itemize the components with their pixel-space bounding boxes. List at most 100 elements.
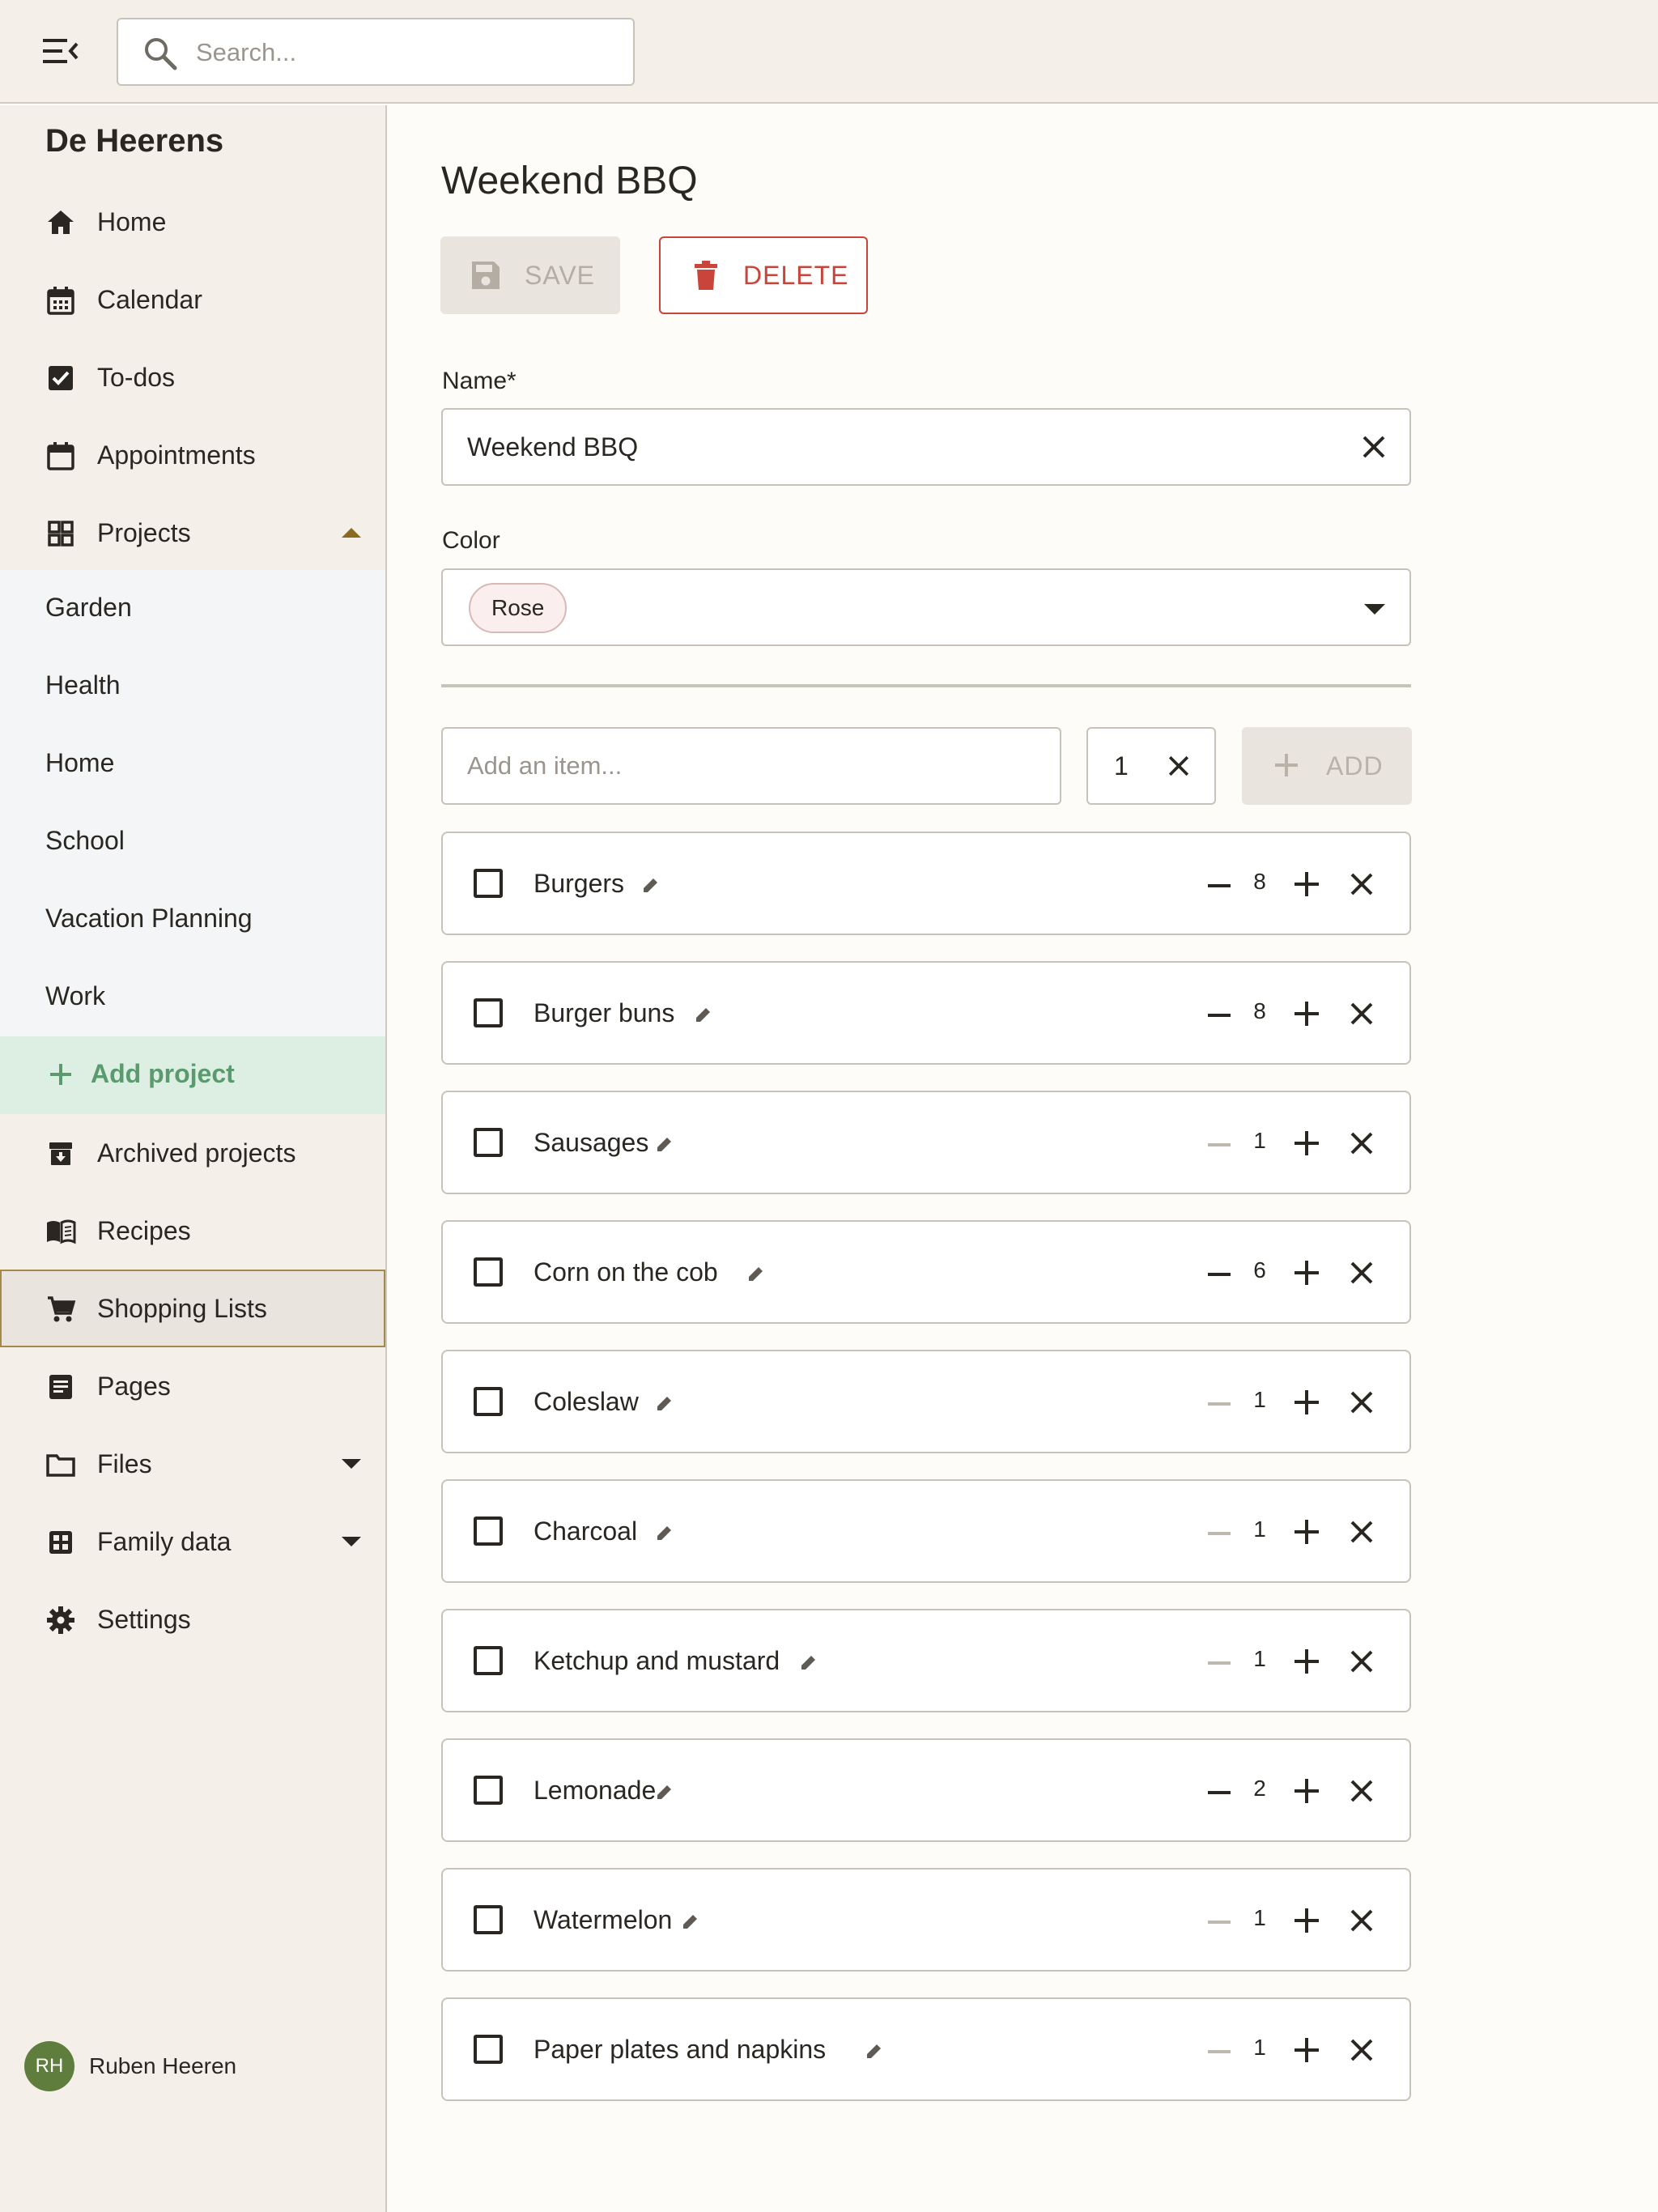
menu-collapse-icon[interactable]	[36, 31, 86, 71]
sidebar-project-work[interactable]: Work	[0, 959, 385, 1036]
sidebar-item-calendar[interactable]: Calendar	[0, 261, 385, 338]
name-field[interactable]	[441, 408, 1411, 486]
sidebar-item-family-data[interactable]: Family data	[0, 1503, 385, 1580]
list-item: Ketchup and mustard 1	[441, 1609, 1411, 1712]
sidebar-item-recipes[interactable]: Recipes	[0, 1192, 385, 1270]
close-icon[interactable]	[1346, 1776, 1377, 1806]
pencil-icon[interactable]	[799, 1653, 818, 1672]
sidebar-item-todos[interactable]: To-dos	[0, 338, 385, 416]
item-checkbox[interactable]	[474, 1257, 503, 1287]
folder-icon	[46, 1454, 75, 1477]
list-item: Corn on the cob 6	[441, 1220, 1411, 1324]
plus-icon[interactable]	[1291, 2035, 1322, 2065]
item-checkbox[interactable]	[474, 998, 503, 1027]
add-item-input[interactable]	[467, 742, 1034, 790]
clear-icon[interactable]	[1164, 751, 1193, 781]
minus-icon[interactable]	[1205, 1520, 1233, 1547]
plus-icon[interactable]	[1291, 869, 1322, 900]
search-input[interactable]	[196, 29, 617, 76]
minus-icon[interactable]	[1205, 872, 1233, 900]
pencil-icon[interactable]	[655, 1134, 674, 1154]
close-icon[interactable]	[1346, 1905, 1377, 1936]
sidebar-item-appointments[interactable]: Appointments	[0, 416, 385, 494]
sidebar-item-projects[interactable]: Projects	[0, 494, 385, 572]
item-name: Corn on the cob	[534, 1257, 718, 1287]
search-field[interactable]	[117, 18, 635, 86]
chevron-up-icon[interactable]	[340, 525, 363, 541]
item-checkbox[interactable]	[474, 1387, 503, 1416]
clear-icon[interactable]	[1358, 431, 1390, 463]
item-checkbox[interactable]	[474, 1516, 503, 1546]
minus-icon[interactable]	[1205, 1261, 1233, 1288]
item-checkbox[interactable]	[474, 1128, 503, 1157]
plus-icon[interactable]	[1291, 998, 1322, 1029]
item-checkbox[interactable]	[474, 1776, 503, 1805]
close-icon[interactable]	[1346, 1257, 1377, 1288]
plus-icon[interactable]	[1291, 1257, 1322, 1288]
pencil-icon[interactable]	[681, 1912, 700, 1931]
divider	[441, 684, 1411, 687]
sidebar-item-pages[interactable]: Pages	[0, 1347, 385, 1425]
minus-icon[interactable]	[1205, 1649, 1233, 1677]
item-checkbox[interactable]	[474, 1905, 503, 1934]
chevron-down-icon[interactable]	[340, 1456, 363, 1472]
sidebar-project-vacation-planning[interactable]: Vacation Planning	[0, 881, 385, 959]
minus-icon[interactable]	[1205, 2038, 1233, 2065]
user-name: Ruben Heeren	[89, 2053, 237, 2078]
add-quantity-field[interactable]: 1	[1086, 727, 1216, 805]
plus-icon[interactable]	[1291, 1128, 1322, 1159]
delete-button[interactable]: DELETE	[659, 236, 868, 314]
sidebar-project-school[interactable]: School	[0, 803, 385, 881]
sidebar-project-garden[interactable]: Garden	[0, 570, 385, 648]
pencil-icon[interactable]	[865, 2041, 884, 2061]
close-icon[interactable]	[1346, 998, 1377, 1029]
chevron-down-icon[interactable]	[340, 1534, 363, 1550]
item-checkbox[interactable]	[474, 1646, 503, 1675]
cart-icon	[48, 1296, 76, 1322]
add-item-field[interactable]	[441, 727, 1061, 805]
pencil-icon[interactable]	[655, 1393, 674, 1413]
add-project-button[interactable]: Add project	[0, 1036, 385, 1114]
plus-icon[interactable]	[1291, 1387, 1322, 1418]
list-item: Watermelon 1	[441, 1868, 1411, 1972]
close-icon[interactable]	[1346, 1646, 1377, 1677]
save-icon	[472, 262, 500, 289]
close-icon[interactable]	[1346, 1128, 1377, 1159]
plus-icon[interactable]	[1291, 1646, 1322, 1677]
pencil-icon[interactable]	[655, 1523, 674, 1542]
close-icon[interactable]	[1346, 1387, 1377, 1418]
list-item: Lemonade 2	[441, 1738, 1411, 1842]
item-name: Burgers	[534, 869, 625, 898]
plus-icon[interactable]	[1291, 1516, 1322, 1547]
sidebar-item-archived-projects[interactable]: Archived projects	[0, 1114, 385, 1192]
item-checkbox[interactable]	[474, 2035, 503, 2064]
chevron-down-icon	[1364, 604, 1385, 615]
close-icon[interactable]	[1346, 1516, 1377, 1547]
pencil-icon[interactable]	[641, 875, 661, 895]
add-item-button[interactable]: ADD	[1242, 727, 1412, 805]
minus-icon[interactable]	[1205, 1002, 1233, 1029]
sidebar-project-health[interactable]: Health	[0, 648, 385, 725]
sidebar-item-home[interactable]: Home	[0, 183, 385, 261]
item-name: Ketchup and mustard	[534, 1646, 780, 1675]
minus-icon[interactable]	[1205, 1779, 1233, 1806]
plus-icon[interactable]	[1291, 1905, 1322, 1936]
plus-icon[interactable]	[1291, 1776, 1322, 1806]
sidebar-item-files[interactable]: Files	[0, 1425, 385, 1503]
pencil-icon[interactable]	[655, 1782, 674, 1802]
sidebar-project-home[interactable]: Home	[0, 725, 385, 803]
minus-icon[interactable]	[1205, 1390, 1233, 1418]
sidebar-item-settings[interactable]: Settings	[0, 1580, 385, 1658]
minus-icon[interactable]	[1205, 1908, 1233, 1936]
user-profile[interactable]: RH Ruben Heeren	[24, 2040, 236, 2092]
color-select[interactable]: Rose	[441, 568, 1411, 646]
name-input[interactable]	[467, 423, 1309, 471]
minus-icon[interactable]	[1205, 1131, 1233, 1159]
pencil-icon[interactable]	[694, 1005, 713, 1024]
item-checkbox[interactable]	[474, 869, 503, 898]
save-button[interactable]: SAVE	[440, 236, 620, 314]
close-icon[interactable]	[1346, 2035, 1377, 2065]
sidebar-item-shopping-lists[interactable]: Shopping Lists	[0, 1270, 385, 1347]
close-icon[interactable]	[1346, 869, 1377, 900]
pencil-icon[interactable]	[746, 1264, 766, 1283]
